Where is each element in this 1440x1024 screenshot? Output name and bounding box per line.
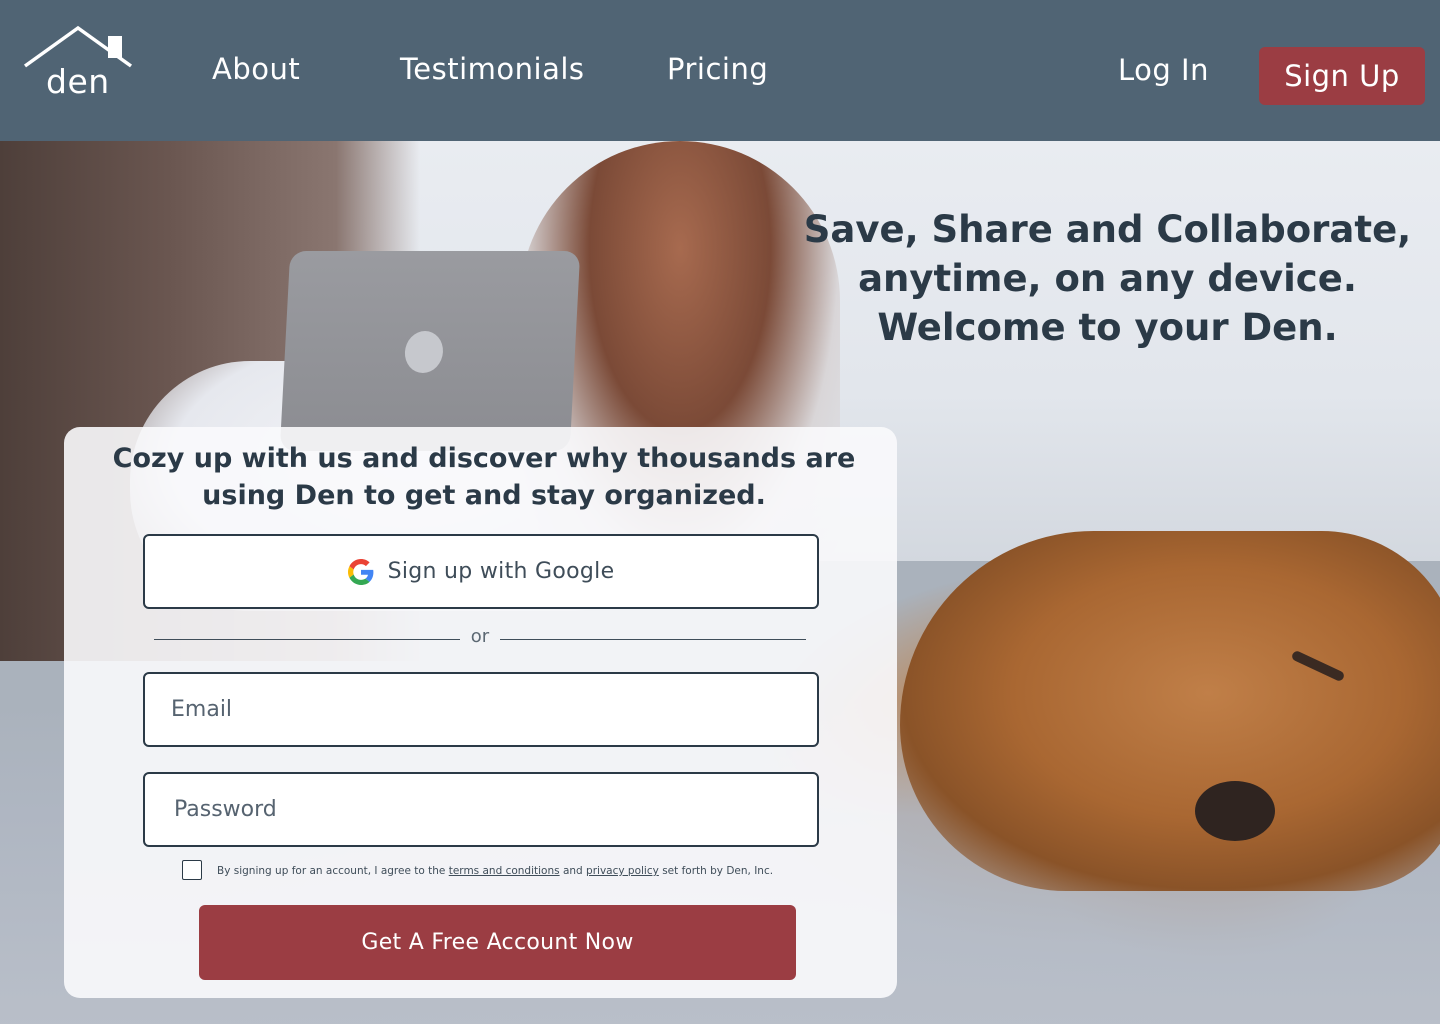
signup-button[interactable]: Sign Up <box>1259 47 1425 105</box>
headline-line-2: anytime, on any device. <box>858 257 1357 300</box>
divider-line-left <box>154 639 460 640</box>
login-link[interactable]: Log In <box>1118 53 1209 87</box>
terms-row: By signing up for an account, I agree to… <box>182 860 822 882</box>
google-button-label: Sign up with Google <box>387 559 615 584</box>
headline-line-3: Welcome to your Den. <box>877 306 1338 349</box>
card-heading-line-2: using Den to get and stay organized. <box>202 480 766 511</box>
navbar: den About Testimonials Pricing Log In Si… <box>0 0 1440 141</box>
terms-suffix: set forth by Den, Inc. <box>662 865 774 877</box>
privacy-policy-link[interactable]: privacy policy <box>586 865 659 877</box>
terms-conditions-link[interactable]: terms and conditions <box>449 865 560 877</box>
card-heading-line-1: Cozy up with us and discover why thousan… <box>112 443 856 474</box>
terms-prefix: By signing up for an account, I agree to… <box>217 865 446 877</box>
google-signup-button[interactable]: Sign up with Google <box>143 534 819 609</box>
get-free-account-button[interactable]: Get A Free Account Now <box>199 905 796 980</box>
apple-logo-icon <box>403 331 445 373</box>
headline-line-1: Save, Share and Collaborate, <box>803 208 1412 251</box>
nav-pricing-link[interactable]: Pricing <box>667 52 768 86</box>
photo-dog-nose <box>1195 781 1275 841</box>
password-input[interactable] <box>143 772 819 847</box>
divider-line-right <box>500 639 806 640</box>
divider-text: or <box>470 626 490 647</box>
nav-testimonials-link[interactable]: Testimonials <box>400 52 585 86</box>
photo-dog <box>900 531 1440 891</box>
logo-text: den <box>46 62 110 101</box>
terms-checkbox[interactable] <box>182 860 202 880</box>
or-divider: or <box>154 624 806 652</box>
hero-headline: Save, Share and Collaborate, anytime, on… <box>800 205 1415 352</box>
photo-laptop <box>279 251 581 451</box>
email-input[interactable] <box>143 672 819 747</box>
terms-and: and <box>562 865 583 877</box>
den-logo[interactable]: den <box>22 24 134 102</box>
signup-card-heading: Cozy up with us and discover why thousan… <box>24 440 944 514</box>
terms-text: By signing up for an account, I agree to… <box>217 865 773 877</box>
google-g-icon <box>347 558 373 585</box>
nav-about-link[interactable]: About <box>212 52 300 86</box>
